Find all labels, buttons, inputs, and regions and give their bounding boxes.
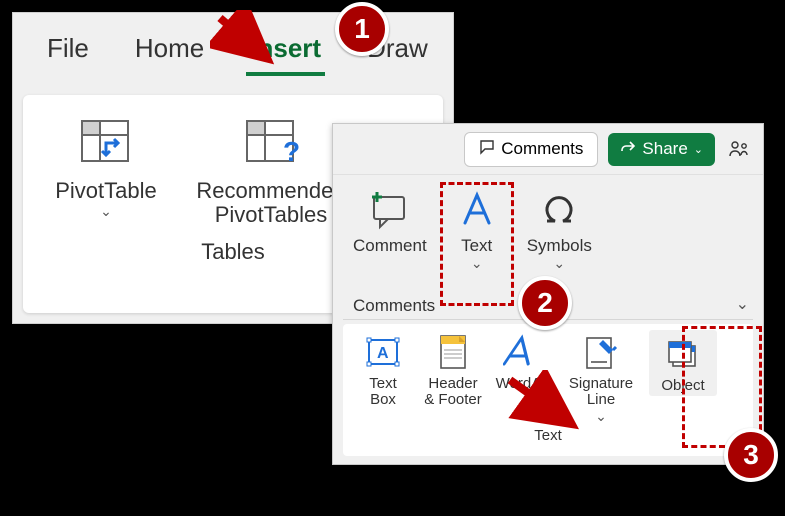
pivottable-button[interactable]: PivotTable ⌄ (41, 113, 171, 227)
chevron-down-icon: ⌄ (694, 143, 703, 156)
comments-button-label: Comments (501, 139, 583, 159)
annotation-badge-2: 2 (518, 276, 572, 330)
textbox-label: Text Box (369, 376, 397, 408)
symbols-label: Symbols (527, 237, 592, 255)
header-footer-button[interactable]: Header & Footer (423, 330, 483, 408)
chevron-down-icon: ⌄ (471, 255, 483, 272)
svg-text:A: A (377, 345, 389, 362)
signature-icon (579, 330, 623, 374)
annotation-badge-1: 1 (335, 2, 389, 56)
annotation-arrow-2 (500, 370, 590, 440)
textbox-icon: A (361, 330, 405, 374)
text-label: Text (461, 237, 492, 255)
svg-text:?: ? (283, 136, 299, 167)
tab-file[interactable]: File (43, 25, 93, 72)
speech-bubble-icon (479, 139, 495, 160)
symbols-dropdown[interactable]: Symbols ⌄ (527, 185, 592, 272)
text-dropdown[interactable]: Text ⌄ (453, 185, 501, 272)
comment-button[interactable]: Comment (353, 185, 427, 255)
share-icon (620, 139, 636, 160)
title-bar-actions: Comments Share ⌄ (333, 124, 763, 175)
ribbon-row-1: Comment Text ⌄ Symbols ⌄ (333, 175, 763, 274)
comment-label: Comment (353, 237, 427, 255)
share-button-label: Share (642, 139, 687, 159)
annotation-arrow-1 (210, 10, 280, 70)
object-label: Object (661, 378, 704, 394)
text-icon (453, 185, 501, 233)
omega-icon (535, 185, 583, 233)
comments-button[interactable]: Comments (464, 132, 598, 167)
annotation-badge-3: 3 (724, 428, 778, 482)
new-comment-icon (366, 185, 414, 233)
chevron-down-icon: ⌄ (100, 203, 112, 220)
object-icon (661, 332, 705, 376)
chevron-down-icon: ⌄ (595, 408, 607, 425)
collapse-ribbon-icon[interactable]: ⌄ (736, 294, 749, 314)
pivottable-icon (76, 113, 136, 173)
recommended-pivottables-icon: ? (241, 113, 301, 173)
object-button[interactable]: Object (649, 330, 717, 396)
pivottable-label: PivotTable (55, 179, 157, 203)
textbox-button[interactable]: A Text Box (353, 330, 413, 408)
tab-home[interactable]: Home (131, 25, 208, 72)
chevron-down-icon: ⌄ (553, 255, 565, 272)
share-button[interactable]: Share ⌄ (608, 133, 715, 166)
wordart-icon (501, 330, 545, 374)
recommended-pivottables-label: Recommended PivotTables (196, 179, 345, 227)
header-footer-icon (431, 330, 475, 374)
collaboration-icon[interactable] (725, 135, 753, 163)
header-footer-label: Header & Footer (424, 376, 482, 408)
comments-group-label: Comments (353, 296, 435, 316)
